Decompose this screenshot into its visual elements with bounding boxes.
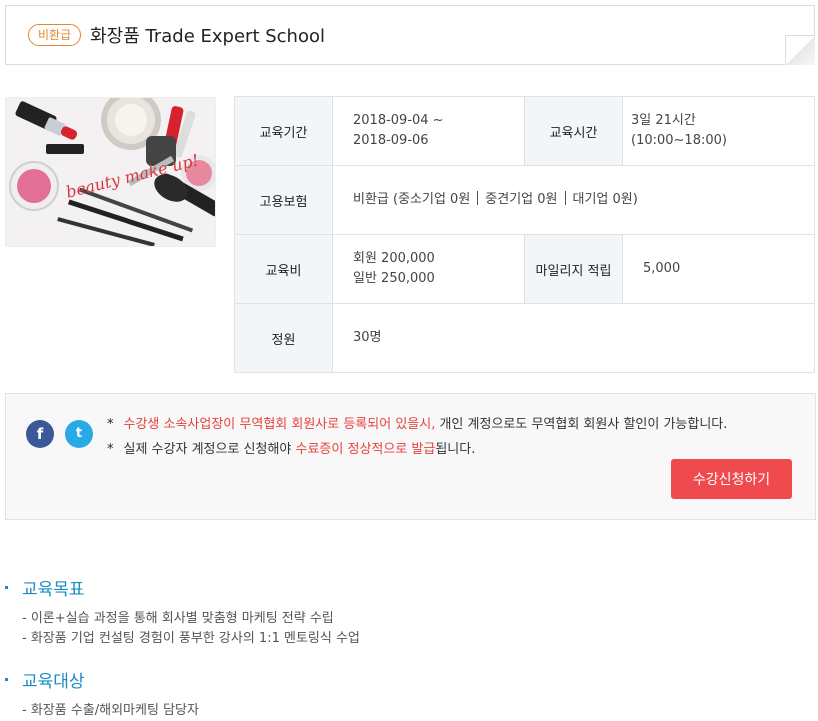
- time-value: 3일 21시간 (10:00~18:00): [622, 96, 815, 166]
- insurance-label: 고용보험: [234, 165, 333, 235]
- fee-member: 회원 200,000: [353, 251, 435, 266]
- insurance-value: 비환급 (중소기업 0원 중견기업 0원 대기업 0원): [332, 165, 815, 235]
- table-row: 정원 30명: [234, 303, 815, 373]
- period-value: 2018-09-04 ~ 2018-09-06: [332, 96, 525, 166]
- capacity-label: 정원: [234, 303, 333, 373]
- time-schedule: (10:00~18:00): [631, 133, 727, 148]
- capacity-value: 30명: [332, 303, 815, 373]
- goal-title-text: 교육목표: [22, 580, 85, 600]
- insurance-large: 대기업 0원): [572, 192, 638, 207]
- twitter-icon[interactable]: t: [65, 420, 93, 448]
- cosmetics-illustration: beauty make up!: [6, 98, 215, 246]
- table-row: 고용보험 비환급 (중소기업 0원 중견기업 0원 대기업 0원): [234, 165, 815, 235]
- period-end: 2018-09-06: [353, 133, 429, 148]
- bullet-icon: [5, 678, 8, 681]
- course-title: 화장품 Trade Expert School: [90, 26, 325, 47]
- course-image: beauty make up!: [5, 97, 216, 247]
- page-fold-corner: [785, 35, 815, 65]
- list-item: - 이론+실습 과정을 통해 회사별 맞춤형 마케팅 전략 수립: [22, 611, 334, 626]
- target-section-title: 교육대상: [5, 667, 85, 692]
- insurance-sme: 비환급 (중소기업 0원: [353, 192, 471, 207]
- fee-value: 회원 200,000 일반 250,000: [332, 234, 525, 304]
- notice-line-1-text: 개인 계정으로도 무역협회 회원사 할인이 가능합니다.: [435, 417, 728, 432]
- bullet-icon: [5, 586, 8, 589]
- table-row: 교육기간 2018-09-04 ~ 2018-09-06 교육시간 3일 21시…: [234, 96, 815, 166]
- notice-line-1: * 수강생 소속사업장이 무역협회 회원사로 등록되어 있을시, 개인 계정으로도…: [107, 417, 728, 432]
- refund-status-badge: 비환급: [28, 24, 82, 46]
- time-label: 교육시간: [524, 96, 623, 166]
- fee-general: 일반 250,000: [353, 271, 435, 286]
- notice-line-2-text-b: 됩니다.: [435, 442, 476, 457]
- goal-section-title: 교육목표: [5, 575, 85, 600]
- course-info-table: 교육기간 2018-09-04 ~ 2018-09-06 교육시간 3일 21시…: [234, 96, 815, 373]
- target-title-text: 교육대상: [22, 672, 85, 692]
- facebook-icon[interactable]: f: [26, 420, 54, 448]
- mileage-label: 마일리지 적립: [524, 234, 623, 304]
- fee-label: 교육비: [234, 234, 333, 304]
- list-item: - 화장품 수출/해외마케팅 담당자: [22, 703, 199, 718]
- table-row: 교육비 회원 200,000 일반 250,000 마일리지 적립 5,000: [234, 234, 815, 304]
- notice-line-1-highlight: 수강생 소속사업장이 무역협회 회원사로 등록되어 있을시,: [123, 417, 436, 432]
- notice-line-2-text-a: 실제 수강자 계정으로 신청해야: [123, 442, 296, 457]
- notice-line-2: * 실제 수강자 계정으로 신청해야 수료증이 정상적으로 발급됩니다.: [107, 442, 476, 457]
- mileage-value: 5,000: [622, 234, 815, 304]
- period-start: 2018-09-04 ~: [353, 113, 444, 128]
- list-item: - 화장품 기업 컨설팅 경험이 풍부한 강사의 1:1 멘토링식 수업: [22, 631, 360, 646]
- course-title-box: 비환급 화장품 Trade Expert School: [5, 5, 815, 65]
- insurance-midsize: 중견기업 0원: [485, 192, 558, 207]
- period-label: 교육기간: [234, 96, 333, 166]
- time-days-hours: 3일 21시간: [631, 113, 696, 128]
- notice-box: f t * 수강생 소속사업장이 무역협회 회원사로 등록되어 있을시, 개인 계…: [5, 393, 816, 520]
- notice-line-2-highlight: 수료증이 정상적으로 발급: [295, 442, 436, 457]
- apply-course-button[interactable]: 수강신청하기: [671, 459, 792, 499]
